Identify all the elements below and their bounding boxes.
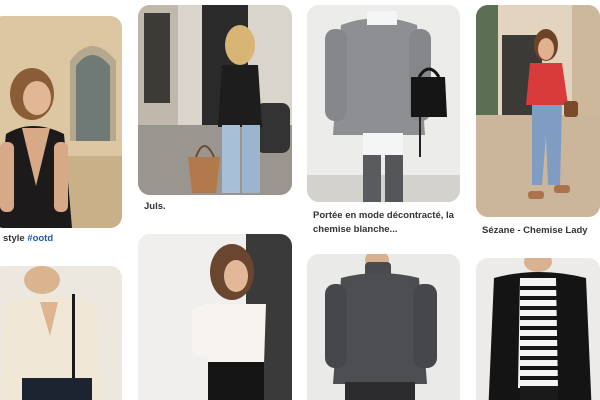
pin-caption-backless-black-dress[interactable]: style #ootd bbox=[3, 232, 53, 246]
pin-backless-black-dress[interactable] bbox=[0, 16, 122, 228]
pin-image bbox=[138, 5, 292, 195]
pin-image bbox=[307, 254, 460, 400]
pin-juls[interactable] bbox=[138, 5, 292, 195]
pin-sezane[interactable] bbox=[476, 5, 600, 217]
pin-image bbox=[0, 266, 122, 400]
caption-line-2: chemise blanche... bbox=[313, 223, 398, 235]
hashtag-link[interactable]: #ootd bbox=[27, 233, 53, 244]
pin-image bbox=[138, 234, 292, 400]
caption-prefix: style bbox=[3, 233, 28, 244]
pin-caption-juls[interactable]: Juls. bbox=[144, 200, 166, 214]
pin-caption-grey-sweater[interactable]: Portée en mode décontracté, la chemise b… bbox=[313, 209, 454, 237]
pin-image bbox=[476, 258, 600, 400]
pin-black-cardigan-stripes[interactable] bbox=[476, 258, 600, 400]
pin-grey-sweater[interactable] bbox=[307, 5, 460, 202]
pin-image bbox=[476, 5, 600, 217]
pin-charcoal-turtleneck[interactable] bbox=[307, 254, 460, 400]
pin-cream-blouse[interactable] bbox=[0, 266, 122, 400]
pin-white-blouse[interactable] bbox=[138, 234, 292, 400]
pin-caption-sezane[interactable]: Sézane - Chemise Lady bbox=[482, 224, 588, 238]
pin-image bbox=[0, 16, 122, 228]
pin-image bbox=[307, 5, 460, 202]
caption-line-1: Portée en mode décontracté, la bbox=[313, 210, 454, 221]
